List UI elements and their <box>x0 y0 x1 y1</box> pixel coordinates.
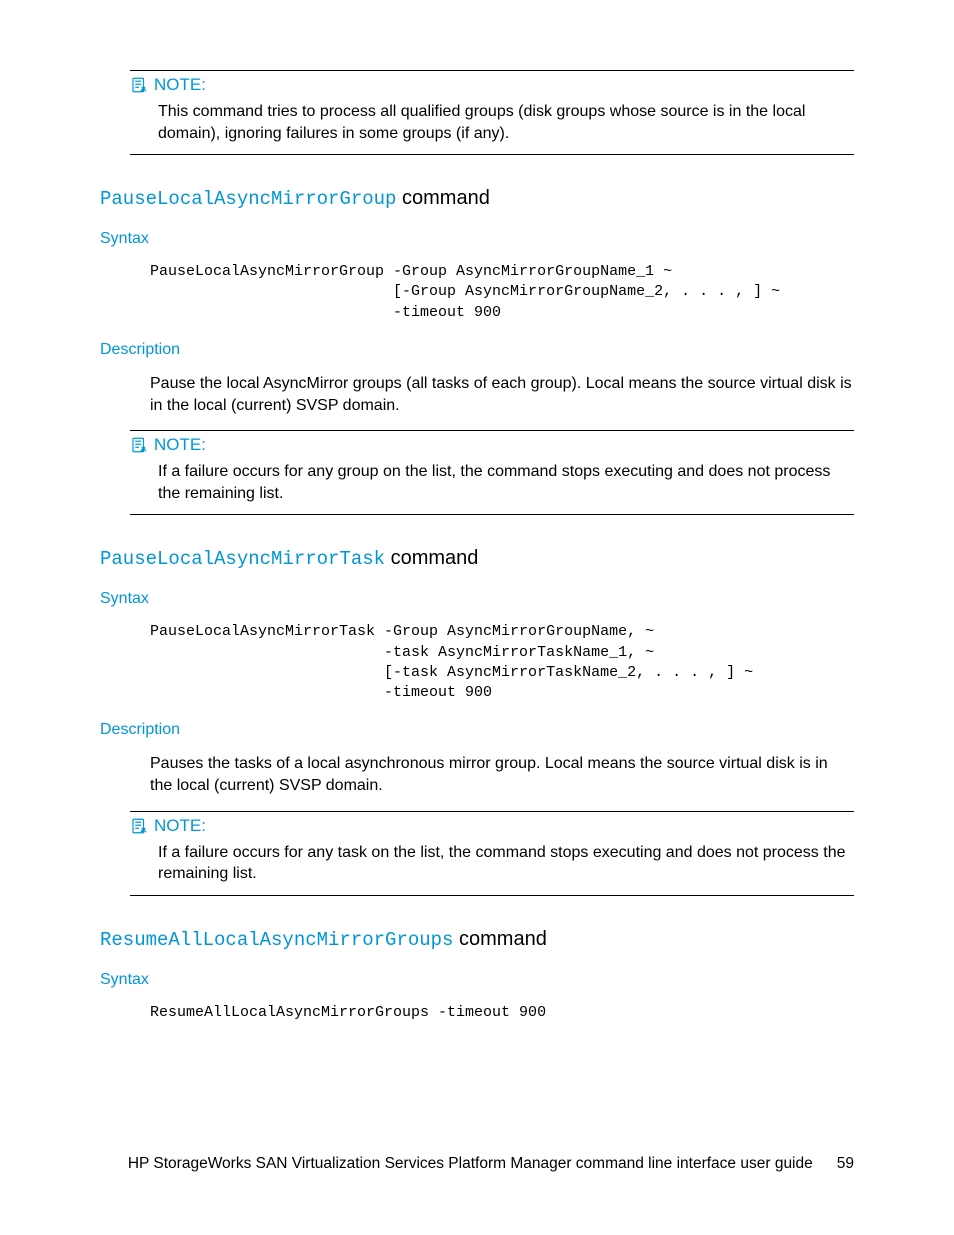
syntax-label: Syntax <box>100 971 854 989</box>
description-label: Description <box>100 721 854 739</box>
page-footer: HP StorageWorks SAN Virtualization Servi… <box>100 1153 854 1175</box>
note-header: NOTE: <box>130 816 854 836</box>
note-block-3: NOTE: If a failure occurs for any task o… <box>130 811 854 896</box>
section-heading-resume-all: ResumeAllLocalAsyncMirrorGroups command <box>100 928 854 951</box>
section-heading-pause-group: PauseLocalAsyncMirrorGroup command <box>100 187 854 210</box>
syntax-label: Syntax <box>100 590 854 608</box>
note-label: NOTE: <box>154 75 206 95</box>
page-container: NOTE: This command tries to process all … <box>0 0 954 1235</box>
note-body-text: If a failure occurs for any group on the… <box>158 461 854 504</box>
description-body: Pauses the tasks of a local asynchronous… <box>150 753 854 796</box>
note-body-text: This command tries to process all qualif… <box>158 101 854 144</box>
note-label: NOTE: <box>154 435 206 455</box>
note-header: NOTE: <box>130 435 854 455</box>
note-label: NOTE: <box>154 816 206 836</box>
note-header: NOTE: <box>130 75 854 95</box>
note-icon <box>130 817 148 835</box>
command-name: PauseLocalAsyncMirrorTask <box>100 548 385 570</box>
syntax-label: Syntax <box>100 230 854 248</box>
note-icon <box>130 76 148 94</box>
syntax-code-block: PauseLocalAsyncMirrorGroup -Group AsyncM… <box>150 262 854 323</box>
syntax-code-block: ResumeAllLocalAsyncMirrorGroups -timeout… <box>150 1003 854 1023</box>
section-heading-pause-task: PauseLocalAsyncMirrorTask command <box>100 547 854 570</box>
note-block-1: NOTE: This command tries to process all … <box>130 70 854 155</box>
page-number: 59 <box>837 1153 854 1175</box>
command-name: PauseLocalAsyncMirrorGroup <box>100 188 396 210</box>
description-label: Description <box>100 341 854 359</box>
footer-title: HP StorageWorks SAN Virtualization Servi… <box>128 1155 813 1172</box>
description-body: Pause the local AsyncMirror groups (all … <box>150 373 854 416</box>
command-suffix: command <box>385 547 478 569</box>
note-body-text: If a failure occurs for any task on the … <box>158 842 854 885</box>
command-suffix: command <box>396 187 489 209</box>
command-name: ResumeAllLocalAsyncMirrorGroups <box>100 929 453 951</box>
command-suffix: command <box>453 928 546 950</box>
syntax-code-block: PauseLocalAsyncMirrorTask -Group AsyncMi… <box>150 622 854 703</box>
note-icon <box>130 436 148 454</box>
note-block-2: NOTE: If a failure occurs for any group … <box>130 430 854 515</box>
